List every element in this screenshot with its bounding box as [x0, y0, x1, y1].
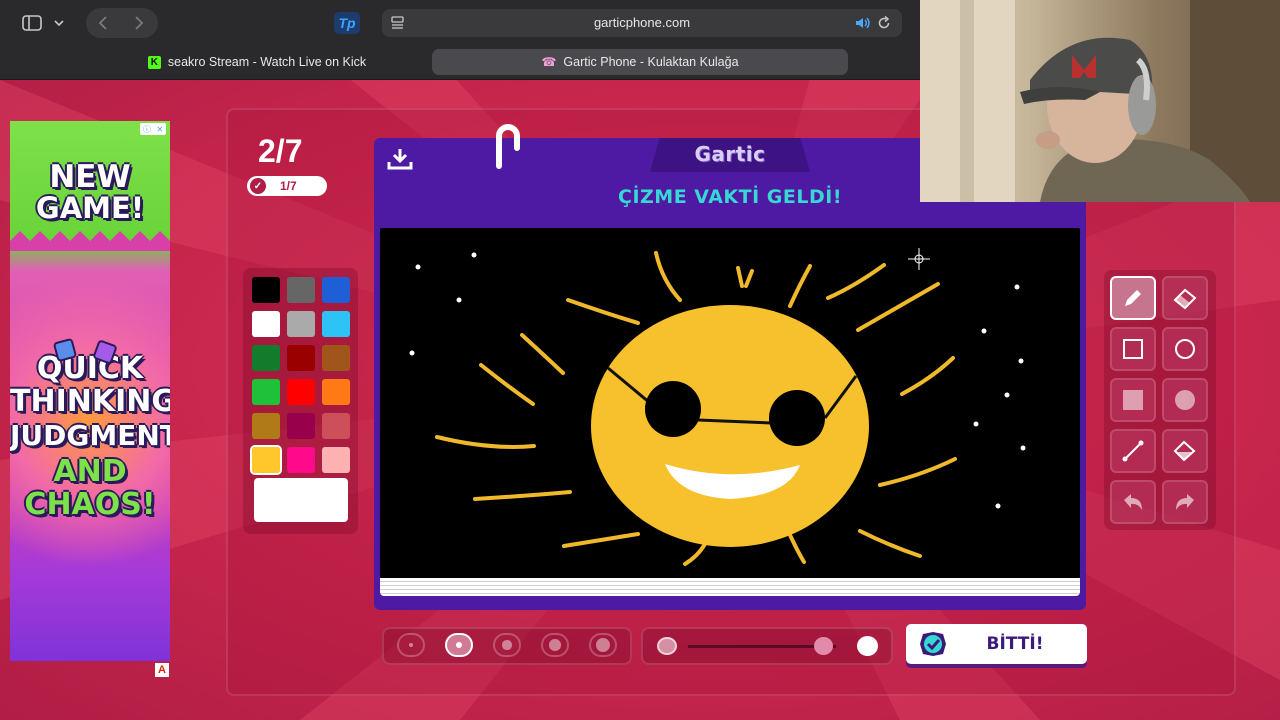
webcam-overlay: [920, 0, 1280, 202]
opacity-max-indicator: [857, 636, 878, 656]
color-swatch[interactable]: [252, 413, 280, 439]
fill-tool-button[interactable]: [1162, 429, 1208, 473]
streamer-webcam-image: [920, 0, 1280, 202]
forward-icon[interactable]: [135, 16, 144, 30]
binder-ring-icon: [496, 124, 520, 169]
fill-bucket-icon: [1173, 440, 1196, 462]
speaker-icon[interactable]: [854, 16, 872, 30]
color-swatch[interactable]: [322, 447, 350, 473]
download-icon: [387, 149, 413, 170]
color-swatch[interactable]: [322, 379, 350, 405]
brush-size-dot: [596, 638, 610, 652]
brush-size-option[interactable]: [493, 633, 521, 657]
brush-size-dot: [455, 641, 463, 649]
color-swatch[interactable]: [287, 277, 315, 303]
tab-label: Gartic Phone - Kulaktan Kulağa: [563, 55, 739, 69]
color-swatch[interactable]: [322, 277, 350, 303]
color-swatch[interactable]: [250, 445, 282, 475]
redo-button[interactable]: [1162, 480, 1208, 524]
brush-size-dot: [408, 642, 414, 648]
color-swatch[interactable]: [287, 413, 315, 439]
circle-filled-icon: [1175, 390, 1195, 410]
line-icon: [1122, 440, 1144, 462]
ad-choices-badge[interactable]: A: [155, 663, 169, 677]
sidebar-toggle-button[interactable]: [14, 12, 70, 34]
redo-icon: [1176, 494, 1194, 510]
ad-text: AND: [53, 454, 127, 489]
color-swatch[interactable]: [252, 277, 280, 303]
brush-size-dot: [549, 639, 561, 651]
reload-icon[interactable]: [876, 15, 892, 31]
pencil-icon: [1125, 290, 1141, 306]
eraser-tool-button[interactable]: [1162, 276, 1208, 320]
custom-color-button[interactable]: [254, 478, 348, 522]
color-swatch[interactable]: [252, 345, 280, 371]
round-counter: 2/7: [258, 133, 303, 169]
players-done-count: 1/7: [280, 179, 297, 193]
brush-size-option[interactable]: [397, 633, 425, 657]
tab-kick-stream[interactable]: K seakro Stream - Watch Live on Kick: [92, 49, 422, 75]
address-bar[interactable]: garticphone.com: [382, 9, 902, 37]
ad-dice-graphic: [53, 338, 117, 364]
line-tool-button[interactable]: [1110, 429, 1156, 473]
done-button-label: BİTTİ!: [986, 634, 1044, 654]
ad-text: JUDGMENT: [10, 419, 170, 452]
brush-size-option[interactable]: [445, 633, 473, 657]
color-swatch[interactable]: [252, 379, 280, 405]
ad-headline: NEW: [49, 159, 131, 195]
eraser-icon: [1173, 288, 1197, 310]
brush-size-option[interactable]: [589, 633, 617, 657]
rectangle-outline-icon: [1123, 339, 1143, 359]
brush-size-option[interactable]: [541, 633, 569, 657]
gartic-logo: Gartic: [694, 142, 766, 166]
color-swatch[interactable]: [322, 413, 350, 439]
color-swatch[interactable]: [287, 345, 315, 371]
check-icon: ✓: [250, 178, 266, 194]
pencil-tool-button[interactable]: [1110, 276, 1156, 320]
done-button[interactable]: BİTTİ!: [906, 624, 1087, 664]
phone-icon: ☎: [541, 55, 557, 69]
drawing-canvas[interactable]: [380, 228, 1080, 578]
ad-headline: GAME!: [35, 191, 145, 225]
rectangle-filled-tool-button[interactable]: [1110, 378, 1156, 422]
ad-text: THINKING,: [10, 384, 170, 419]
color-swatch[interactable]: [322, 311, 350, 337]
undo-icon: [1124, 494, 1142, 510]
color-swatch[interactable]: [287, 311, 315, 337]
players-done-badge: ✓ 1/7: [247, 176, 327, 196]
url-text: garticphone.com: [593, 15, 691, 30]
brush-size-dot: [502, 640, 512, 650]
extension-tp-button[interactable]: Tp: [334, 12, 360, 34]
undo-button[interactable]: [1110, 480, 1156, 524]
kick-icon: K: [147, 55, 161, 69]
rectangle-outline-tool-button[interactable]: [1110, 327, 1156, 371]
tab-gartic-phone[interactable]: ☎ Gartic Phone - Kulaktan Kulağa: [432, 49, 848, 75]
advertisement-banner[interactable]: ⓘ ✕ NEW GAME! QUICK THINKING, JUDGMENT AN…: [10, 121, 170, 661]
rectangle-filled-icon: [1123, 390, 1143, 410]
ad-zigzag-graphic: [10, 231, 170, 251]
back-icon[interactable]: [98, 16, 107, 30]
color-swatch[interactable]: [252, 311, 280, 337]
navigation-buttons: [86, 8, 158, 38]
sketchbook-pages: [380, 578, 1080, 596]
color-swatch[interactable]: [287, 379, 315, 405]
circle-outline-tool-button[interactable]: [1162, 327, 1208, 371]
check-badge-icon: [920, 632, 946, 656]
sun-drawing: [409, 251, 1026, 566]
circle-outline-icon: [1175, 339, 1195, 359]
ad-choices-icon[interactable]: ⓘ ✕: [140, 123, 166, 135]
opacity-min-indicator: [657, 637, 677, 655]
tab-label: seakro Stream - Watch Live on Kick: [167, 55, 367, 69]
sidebar-icon: [22, 15, 64, 31]
color-swatch[interactable]: [322, 345, 350, 371]
color-swatch[interactable]: [287, 447, 315, 473]
crosshair-cursor-icon: [908, 248, 930, 270]
download-button[interactable]: [386, 146, 414, 172]
circle-filled-tool-button[interactable]: [1162, 378, 1208, 422]
ad-text: CHAOS!: [24, 487, 156, 522]
